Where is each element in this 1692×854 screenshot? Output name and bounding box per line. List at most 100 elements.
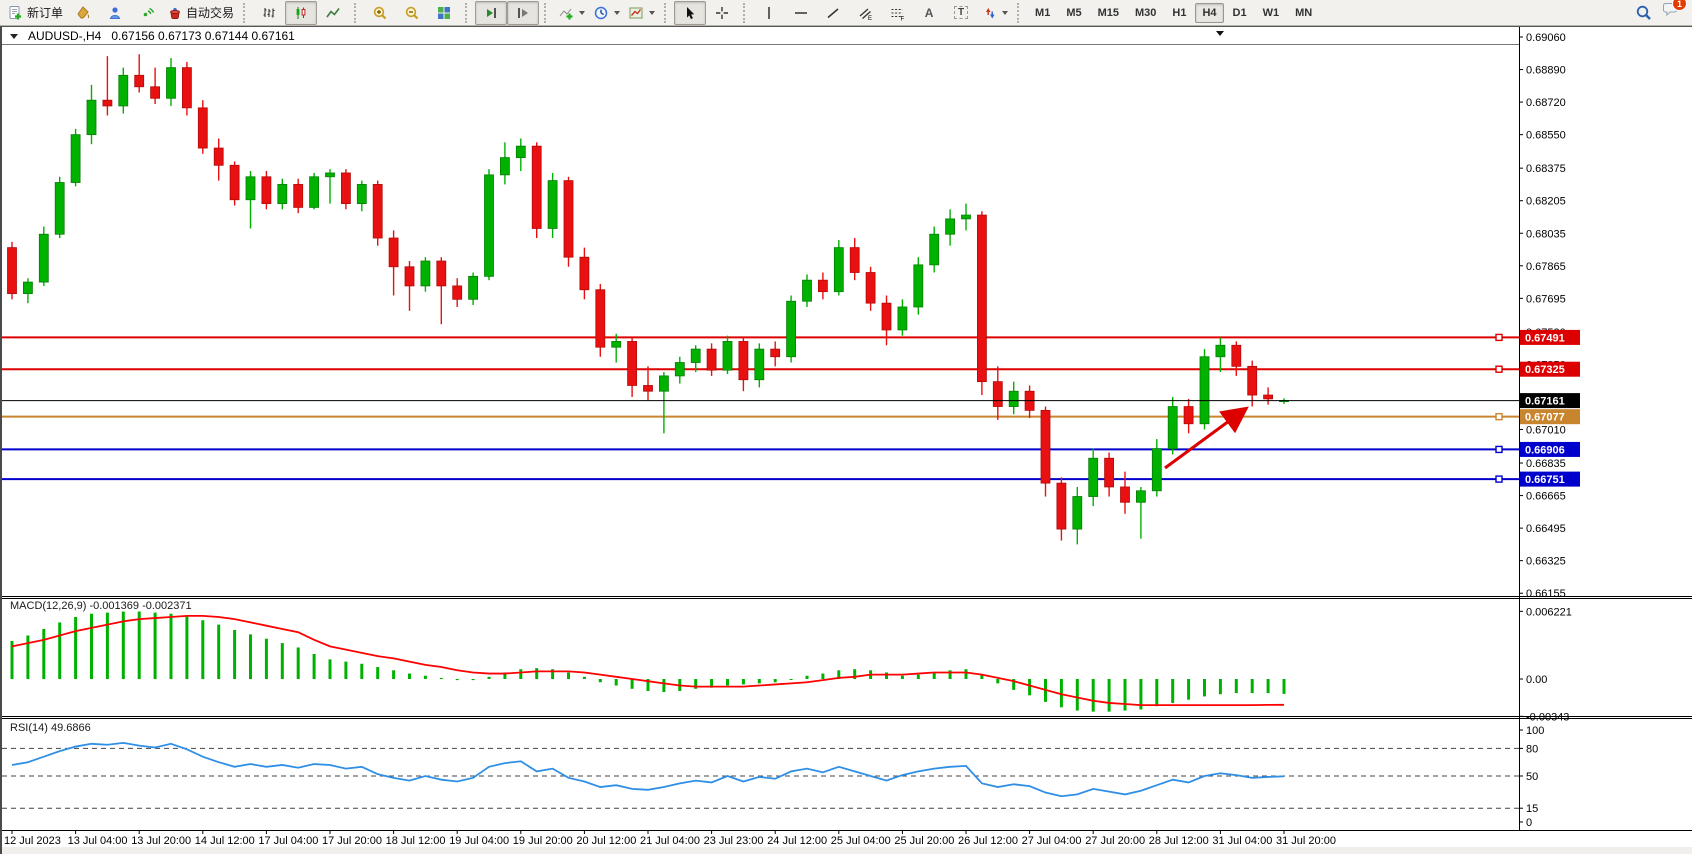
svg-text:0.68550: 0.68550 xyxy=(1526,130,1566,142)
signal-button[interactable] xyxy=(131,1,163,25)
symbol-dropdown-icon[interactable] xyxy=(10,34,18,39)
svg-text:0.66665: 0.66665 xyxy=(1526,491,1566,503)
notification-badge: 1 xyxy=(1672,0,1687,11)
text-tool-button[interactable]: A xyxy=(913,1,945,25)
timeframe-d1[interactable]: D1 xyxy=(1226,3,1254,23)
trendline-button[interactable] xyxy=(817,1,849,25)
crosshair-button[interactable] xyxy=(706,1,738,25)
chevron-down-icon xyxy=(1002,11,1008,15)
line-handle[interactable] xyxy=(1496,366,1502,372)
svg-text:0.67010: 0.67010 xyxy=(1526,425,1566,437)
svg-text:0.66906: 0.66906 xyxy=(1525,444,1565,456)
line-handle[interactable] xyxy=(1496,446,1502,452)
svg-text:0.68205: 0.68205 xyxy=(1526,196,1566,208)
timeframe-w1[interactable]: W1 xyxy=(1256,3,1287,23)
toolbar-separator xyxy=(354,3,359,23)
svg-text:13 Jul 20:00: 13 Jul 20:00 xyxy=(131,835,191,847)
line-handle[interactable] xyxy=(1496,476,1502,482)
svg-text:0.00: 0.00 xyxy=(1526,674,1547,686)
timeframe-m30[interactable]: M30 xyxy=(1128,3,1163,23)
svg-text:0.66751: 0.66751 xyxy=(1525,474,1565,486)
clock-icon xyxy=(593,5,609,21)
chevron-down-icon xyxy=(579,11,585,15)
arrows-tool-button[interactable] xyxy=(977,1,1012,25)
cursor-button[interactable] xyxy=(674,1,706,25)
svg-text:25 Jul 20:00: 25 Jul 20:00 xyxy=(894,835,954,847)
svg-text:0.006221: 0.006221 xyxy=(1526,606,1572,618)
channel-button[interactable]: E xyxy=(849,1,881,25)
svg-text:-0.00343: -0.00343 xyxy=(1526,711,1569,723)
vertical-line-button[interactable] xyxy=(753,1,785,25)
zoom-in-icon xyxy=(372,5,388,21)
templates-icon xyxy=(628,5,644,21)
new-order-icon xyxy=(8,5,24,21)
svg-text:27 Jul 20:00: 27 Jul 20:00 xyxy=(1085,835,1145,847)
periods-button[interactable] xyxy=(589,1,624,25)
channel-icon: E xyxy=(857,5,873,21)
svg-text:28 Jul 12:00: 28 Jul 12:00 xyxy=(1149,835,1209,847)
chart-marker-icon xyxy=(1216,31,1224,36)
toolbar-separator xyxy=(664,3,669,23)
svg-text:0.66155: 0.66155 xyxy=(1526,588,1566,600)
svg-text:0.67077: 0.67077 xyxy=(1525,412,1565,424)
svg-text:15: 15 xyxy=(1526,803,1538,815)
bar-chart-button[interactable] xyxy=(253,1,285,25)
timeframe-m15[interactable]: M15 xyxy=(1091,3,1126,23)
horizontal-line-button[interactable] xyxy=(785,1,817,25)
search-icon[interactable] xyxy=(1635,4,1653,22)
line-chart-button[interactable] xyxy=(317,1,349,25)
zoom-in-button[interactable] xyxy=(364,1,396,25)
timeframe-h1[interactable]: H1 xyxy=(1165,3,1193,23)
rsi-layer xyxy=(12,743,1284,796)
chart-title: AUDUSD-,H4 xyxy=(28,29,101,43)
signal-icon xyxy=(139,5,155,21)
chevron-down-icon xyxy=(614,11,620,15)
paint-bucket-button[interactable] xyxy=(67,1,99,25)
timeframe-m5[interactable]: M5 xyxy=(1059,3,1088,23)
templates-button[interactable] xyxy=(624,1,659,25)
rsi-indicator-label: RSI(14) 49.6866 xyxy=(10,722,91,734)
svg-text:0.67325: 0.67325 xyxy=(1525,364,1565,376)
toolbar-separator xyxy=(1017,3,1022,23)
svg-text:0.66495: 0.66495 xyxy=(1526,523,1566,535)
timeframe-mn[interactable]: MN xyxy=(1288,3,1319,23)
chart-canvas[interactable]: 0.690600.688900.687200.685500.683750.682… xyxy=(2,26,1692,854)
crosshair-icon xyxy=(714,5,730,21)
svg-text:0.66325: 0.66325 xyxy=(1526,556,1566,568)
chat-button[interactable]: 1 xyxy=(1661,1,1680,24)
svg-text:20 Jul 12:00: 20 Jul 12:00 xyxy=(576,835,636,847)
timeframe-m1[interactable]: M1 xyxy=(1028,3,1057,23)
autotrade-button[interactable]: 自动交易 xyxy=(163,1,238,25)
timeframe-h4[interactable]: H4 xyxy=(1195,3,1223,23)
svg-text:24 Jul 12:00: 24 Jul 12:00 xyxy=(767,835,827,847)
autoscroll-button[interactable] xyxy=(475,1,507,25)
toolbar-right-tools: 1 xyxy=(1635,1,1688,24)
svg-text:F: F xyxy=(901,16,905,21)
zoom-out-icon xyxy=(404,5,420,21)
main-toolbar: 新订单 自动交易 E F A T M1M5M15M30H1H4D1W1MN 1 xyxy=(0,0,1692,26)
new-order-button[interactable]: 新订单 xyxy=(4,1,67,25)
cursor-icon xyxy=(682,5,698,21)
time-axis: 12 Jul 202313 Jul 04:0013 Jul 20:0014 Ju… xyxy=(2,830,1692,854)
svg-text:17 Jul 20:00: 17 Jul 20:00 xyxy=(322,835,382,847)
macd-layer xyxy=(11,612,1286,712)
fibonacci-button[interactable]: F xyxy=(881,1,913,25)
tile-windows-button[interactable] xyxy=(428,1,460,25)
svg-text:19 Jul 04:00: 19 Jul 04:00 xyxy=(449,835,509,847)
candlestick-button[interactable] xyxy=(285,1,317,25)
line-handle[interactable] xyxy=(1496,334,1502,340)
indicators-button[interactable] xyxy=(554,1,589,25)
svg-text:18 Jul 12:00: 18 Jul 12:00 xyxy=(386,835,446,847)
svg-text:26 Jul 12:00: 26 Jul 12:00 xyxy=(958,835,1018,847)
zoom-out-button[interactable] xyxy=(396,1,428,25)
label-tool-button[interactable]: T xyxy=(945,1,977,25)
svg-text:31 Jul 20:00: 31 Jul 20:00 xyxy=(1276,835,1336,847)
line-handle[interactable] xyxy=(1496,414,1502,420)
label-tool-icon: T xyxy=(954,6,968,19)
svg-text:0: 0 xyxy=(1526,817,1532,829)
chart-shift-button[interactable] xyxy=(507,1,539,25)
trendline-icon xyxy=(825,5,841,21)
arrows-icon xyxy=(981,5,997,21)
profile-button[interactable] xyxy=(99,1,131,25)
toolbar-separator xyxy=(544,3,549,23)
